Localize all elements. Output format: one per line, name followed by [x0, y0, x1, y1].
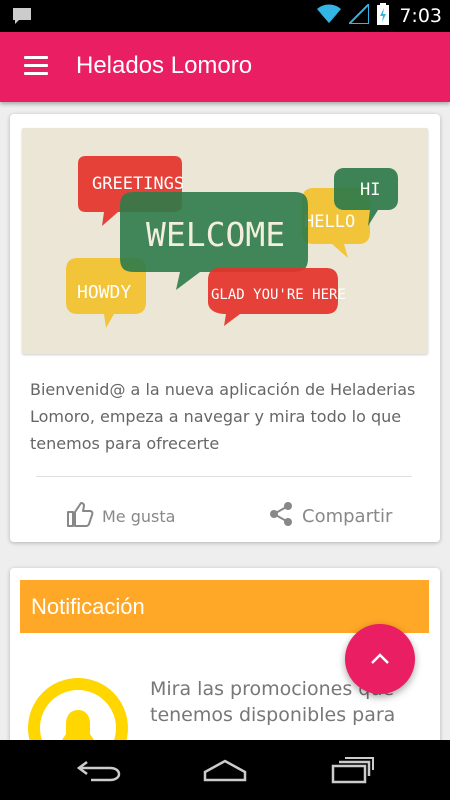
bell-icon: [58, 706, 98, 740]
status-time: 7:03: [399, 5, 442, 27]
howdy-word: HOWDY: [77, 282, 131, 303]
like-label: Me gusta: [102, 506, 176, 526]
thumbs-up-icon: [66, 500, 102, 532]
welcome-image: GREETINGS HELLO HI HOWDY WELCOME GLAD YO…: [22, 128, 428, 354]
home-icon[interactable]: [200, 755, 250, 785]
welcome-word: WELCOME: [146, 215, 285, 254]
card-divider: [36, 476, 412, 477]
hello-word: HELLO: [304, 212, 355, 232]
welcome-text: Bienvenid@ a la nueva aplicación de Hela…: [30, 380, 416, 453]
app-title: Helados Lomoro: [76, 52, 253, 79]
greetings-word: GREETINGS: [92, 174, 184, 194]
share-icon: [268, 501, 302, 532]
recents-icon[interactable]: [328, 755, 378, 785]
share-button[interactable]: Compartir: [268, 500, 392, 532]
notification-icon: [12, 7, 32, 29]
welcome-card: GREETINGS HELLO HI HOWDY WELCOME GLAD YO…: [10, 114, 440, 542]
glad-word: GLAD YOU'RE HERE: [211, 287, 346, 303]
system-nav-bar: [0, 740, 450, 800]
chevron-up-icon: [370, 650, 390, 669]
notification-title: Notificación: [31, 594, 145, 619]
back-icon[interactable]: [75, 755, 125, 785]
hi-word: HI: [360, 180, 380, 200]
like-button[interactable]: Me gusta: [66, 500, 175, 532]
share-label: Compartir: [302, 505, 393, 527]
scroll-top-button[interactable]: [345, 624, 415, 694]
bell-badge: [28, 678, 128, 740]
wifi-icon: [317, 4, 342, 28]
app-bar: Helados Lomoro: [0, 32, 450, 102]
status-bar: 7:03: [0, 0, 450, 32]
signal-icon: [346, 1, 371, 28]
battery-charging-icon: [377, 3, 390, 29]
menu-icon[interactable]: [24, 56, 48, 76]
